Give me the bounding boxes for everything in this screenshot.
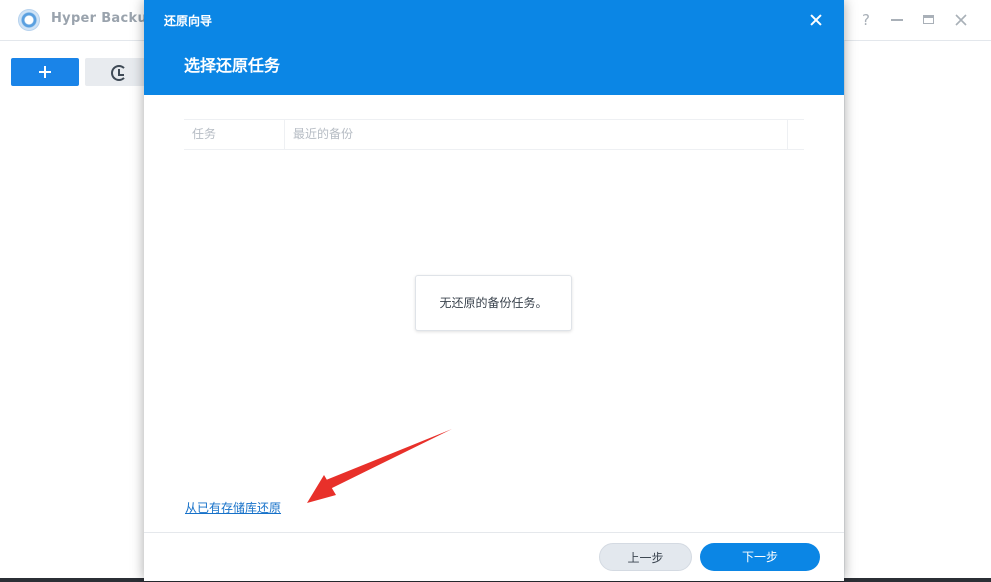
dialog-heading: 选择还原任务 <box>184 56 281 75</box>
minimize-icon[interactable] <box>887 10 907 30</box>
previous-button[interactable]: 上一步 <box>599 543 692 571</box>
next-button[interactable]: 下一步 <box>700 543 820 571</box>
dialog-footer: 上一步 下一步 <box>144 532 844 581</box>
dialog-close-icon[interactable] <box>806 10 826 30</box>
column-header-task[interactable]: 任务 <box>184 120 285 149</box>
empty-state-box: 无还原的备份任务。 <box>415 275 572 331</box>
add-task-button[interactable] <box>11 58 79 86</box>
empty-state-message: 无还原的备份任务。 <box>439 296 548 310</box>
app-left-panel <box>0 41 145 582</box>
restore-history-button[interactable] <box>85 58 145 86</box>
help-icon[interactable]: ? <box>856 10 876 30</box>
restore-wizard-dialog: 还原向导 选择还原任务 任务 最近的备份 无还原的备份任务。 从已有存储库还原 … <box>144 0 844 581</box>
dialog-header: 还原向导 选择还原任务 <box>144 0 844 95</box>
history-icon <box>111 65 127 81</box>
app-content-area <box>844 41 991 582</box>
dialog-window-title: 还原向导 <box>164 14 213 28</box>
app-title: Hyper Backup <box>51 11 157 26</box>
maximize-icon[interactable] <box>919 10 939 30</box>
help-glyph: ? <box>862 11 870 29</box>
app-close-icon[interactable] <box>951 10 971 30</box>
restore-task-table: 任务 最近的备份 <box>184 119 804 150</box>
column-header-recent-backup[interactable]: 最近的备份 <box>285 120 788 149</box>
hyper-backup-logo-icon <box>18 9 40 31</box>
restore-from-existing-repository-link[interactable]: 从已有存储库还原 <box>185 499 281 516</box>
